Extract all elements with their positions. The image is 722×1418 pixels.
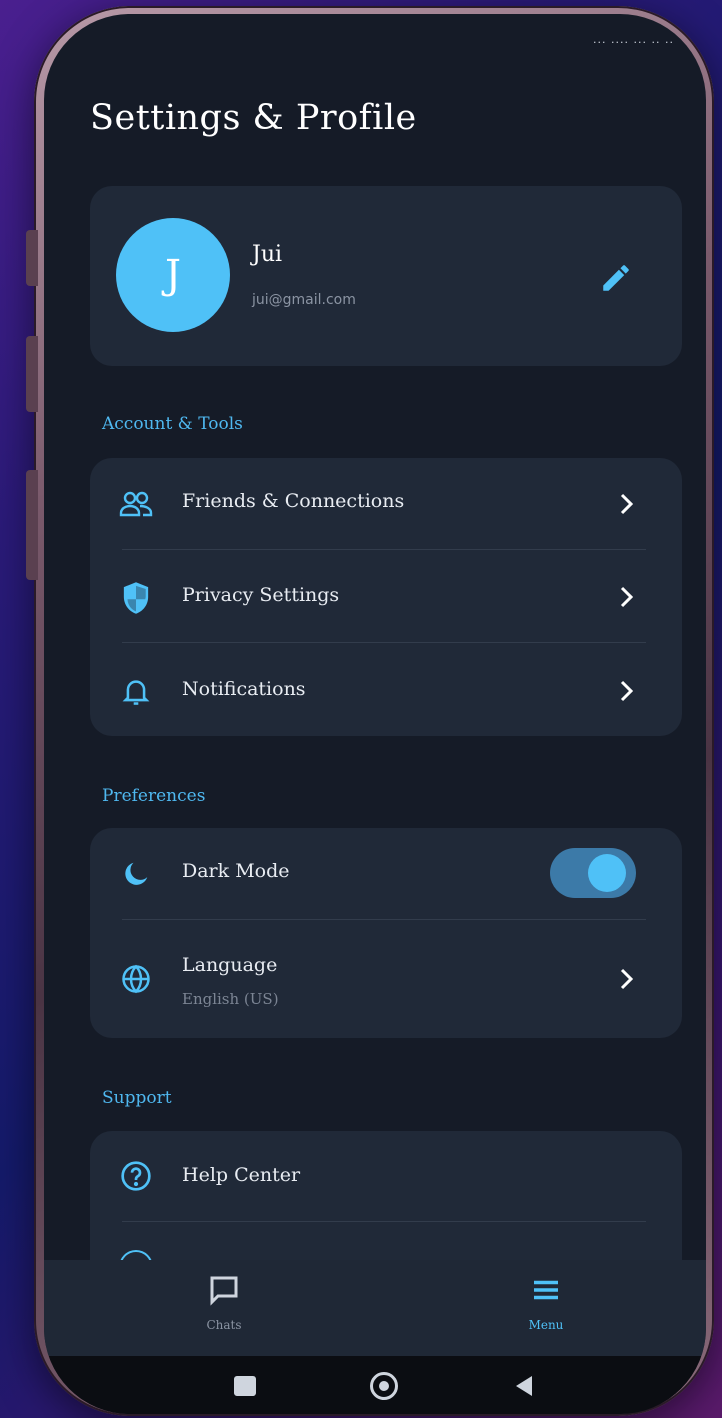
nav-label-menu: Menu [528, 1318, 564, 1332]
row-help-center[interactable] [90, 1131, 682, 1221]
status-bar: ··· ···· ··· ·· ·· [593, 36, 674, 49]
recents-button[interactable] [234, 1376, 256, 1396]
section-label-preferences: Preferences [102, 786, 206, 806]
row-label-notifications: Notifications [182, 678, 306, 700]
menu-icon [528, 1272, 564, 1308]
row-label-dark-mode: Dark Mode [182, 860, 290, 882]
toggle-knob [588, 854, 626, 892]
volume-down-button [26, 336, 38, 412]
chevron-right-icon [614, 676, 638, 706]
row-privacy-settings[interactable] [90, 550, 682, 643]
profile-name: Jui [252, 242, 283, 267]
row-label-help-center: Help Center [182, 1164, 301, 1186]
phone-screen: ··· ···· ··· ·· ·· Settings & Profile J … [44, 14, 706, 1414]
chevron-right-icon [614, 964, 638, 994]
row-language[interactable] [90, 920, 682, 1038]
chat-icon [206, 1272, 242, 1308]
chevron-right-icon [614, 582, 638, 612]
row-label-privacy: Privacy Settings [182, 584, 340, 606]
nav-label-chats: Chats [206, 1318, 242, 1332]
home-button[interactable] [370, 1372, 398, 1400]
language-value: English (US) [182, 990, 279, 1008]
bell-icon [116, 672, 156, 712]
page-title: Settings & Profile [90, 98, 417, 138]
section-label-account: Account & Tools [102, 414, 243, 434]
power-button [26, 470, 38, 580]
moon-icon [116, 854, 156, 894]
bottom-nav [44, 1260, 706, 1356]
help-icon [116, 1156, 156, 1196]
volume-up-button [26, 230, 38, 286]
chevron-right-icon [614, 489, 638, 519]
edit-profile-button[interactable] [592, 254, 640, 302]
back-button[interactable] [512, 1374, 536, 1398]
pencil-icon [603, 265, 629, 291]
shield-icon [116, 578, 156, 618]
avatar[interactable]: J [116, 218, 230, 332]
row-label-language: Language [182, 954, 278, 976]
divider [122, 1221, 646, 1222]
row-notifications[interactable] [90, 643, 682, 736]
avatar-initial: J [164, 252, 182, 298]
people-icon [116, 484, 156, 524]
globe-icon [116, 959, 156, 999]
section-label-support: Support [102, 1088, 172, 1108]
row-label-friends: Friends & Connections [182, 490, 405, 512]
profile-email: jui@gmail.com [252, 292, 356, 308]
